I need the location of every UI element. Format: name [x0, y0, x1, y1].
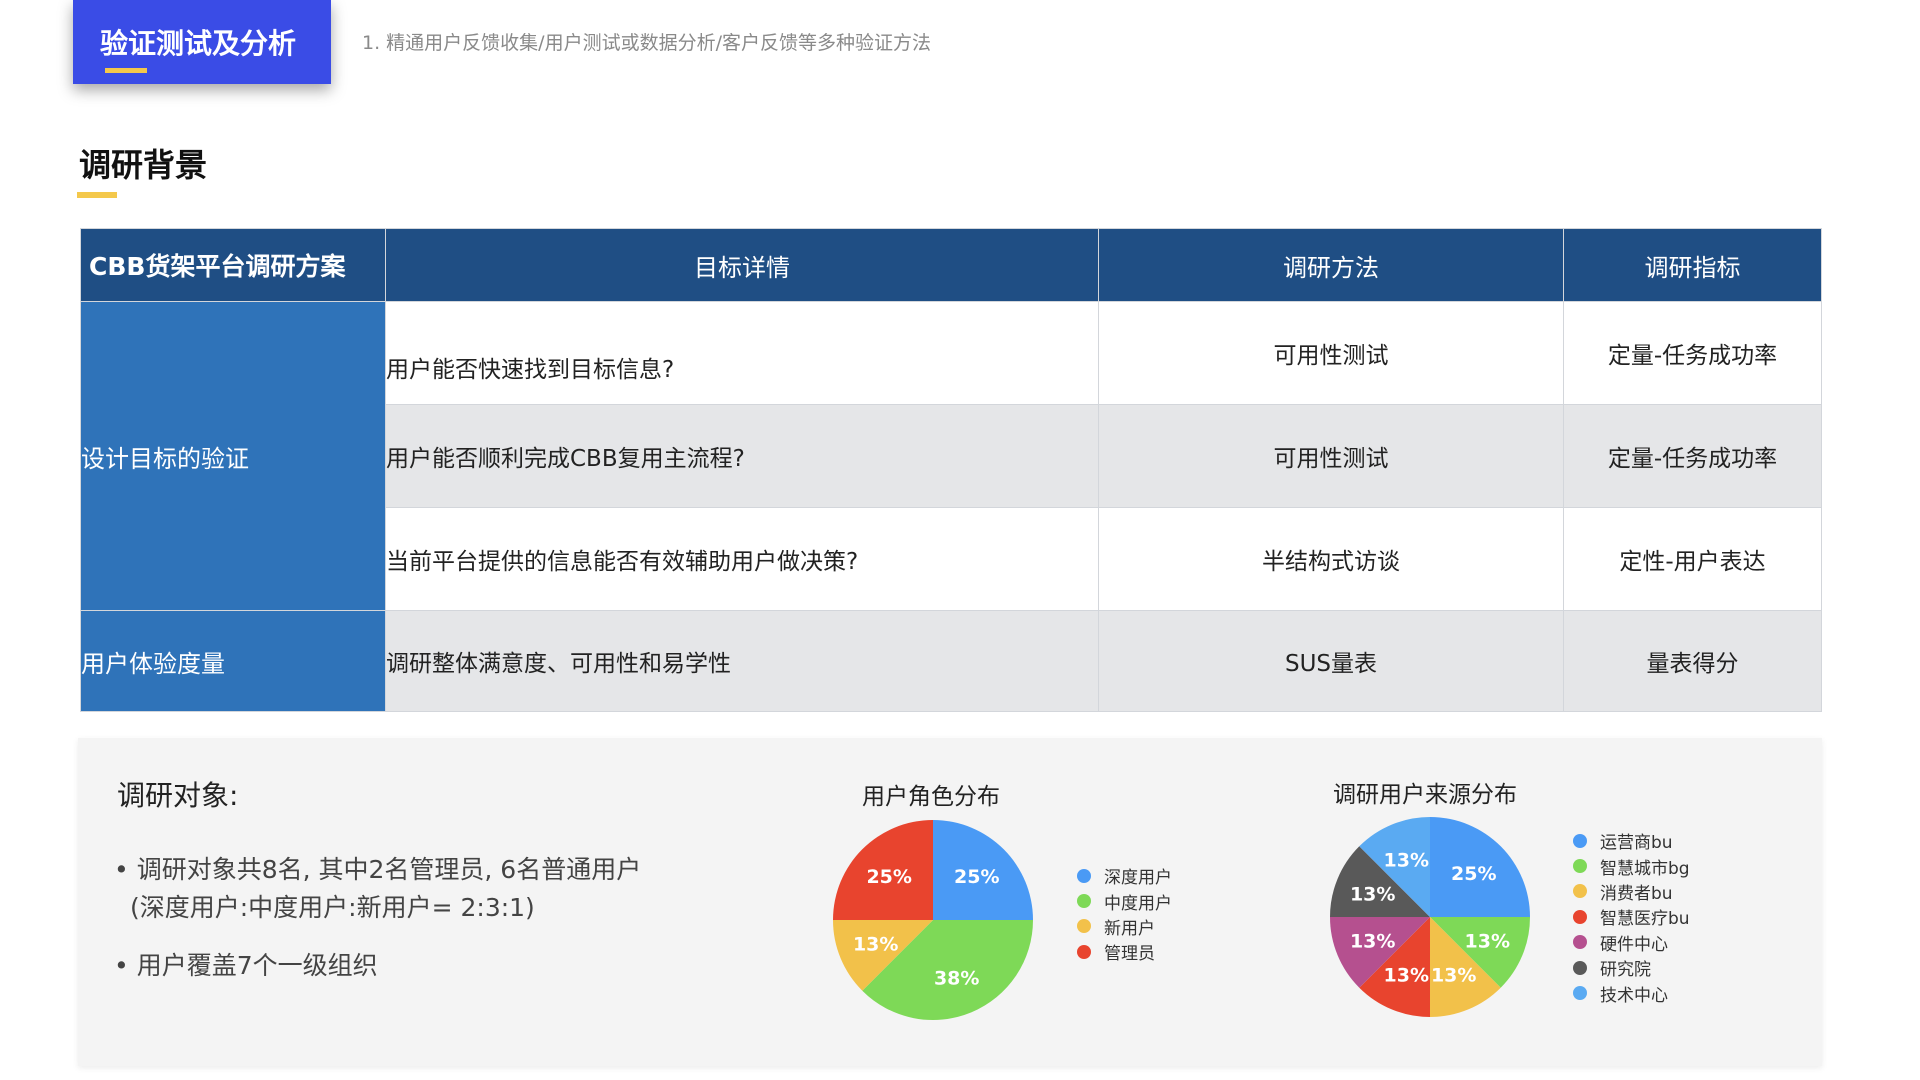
- group-label-cell: 设计目标的验证: [80, 301, 386, 611]
- survey-plan-table: CBB货架平台调研方案 目标详情 调研方法 调研指标 设计目标的验证 用户能否快…: [80, 228, 1822, 712]
- page-subtitle: 1. 精通用户反馈收集/用户测试或数据分析/客户反馈等多种验证方法: [362, 32, 931, 54]
- section-underline: [77, 192, 117, 198]
- pie-chart-title: 用户角色分布: [862, 784, 1000, 810]
- legend-label: 研究院: [1600, 960, 1651, 981]
- legend-label: 智慧城市bg: [1600, 858, 1690, 879]
- legend-label: 智慧医疗bu: [1600, 909, 1690, 930]
- pie-slice-label: 13%: [1431, 964, 1476, 986]
- legend-item: 新用户: [1077, 914, 1172, 939]
- pie-slice-label: 13%: [1350, 931, 1395, 953]
- legend-swatch: [1077, 894, 1091, 909]
- legend-label: 管理员: [1104, 944, 1155, 965]
- legend-swatch: [1573, 960, 1587, 975]
- legend-label: 中度用户: [1104, 893, 1172, 914]
- legend-swatch: [1573, 833, 1587, 848]
- detail-cell: 用户能否顺利完成CBB复用主流程?: [385, 404, 1099, 508]
- legend-swatch: [1573, 909, 1587, 924]
- metric-cell: 量表得分: [1563, 610, 1822, 712]
- legend-label: 深度用户: [1104, 868, 1172, 889]
- section-tag: 验证测试及分析: [73, 0, 331, 84]
- table-header-cell: 调研方法: [1098, 228, 1564, 302]
- legend-item: 运营商bu: [1573, 828, 1690, 853]
- research-subjects-title: 调研对象:: [117, 779, 239, 812]
- table-header-cell: 调研指标: [1563, 228, 1822, 302]
- pie-slice-label: 38%: [934, 967, 979, 989]
- pie-chart-user-roles: 25% 38% 13% 25%: [833, 820, 1033, 1020]
- table-row: 用户体验度量 调研整体满意度、可用性和易学性 SUS量表 量表得分: [80, 610, 1822, 712]
- table-header-cell: CBB货架平台调研方案: [80, 228, 386, 302]
- legend-item: 技术中心: [1573, 980, 1690, 1006]
- pie-chart-legend: 运营商bu 智慧城市bg 消费者bu 智慧医疗bu 硬件中心研究院技术中心: [1573, 828, 1690, 1006]
- pie-slice-label: 25%: [1451, 863, 1496, 885]
- legend-swatch: [1573, 884, 1587, 899]
- table-header-row: CBB货架平台调研方案 目标详情 调研方法 调研指标: [80, 228, 1822, 302]
- research-bullet: • 调研对象共8名, 其中2名管理员, 6名普通用户: [114, 855, 642, 884]
- table-row: 设计目标的验证 用户能否快速找到目标信息? 可用性测试 定量-任务成功率: [80, 301, 1822, 611]
- metric-cell: 定量-任务成功率: [1563, 404, 1822, 508]
- research-bullet-text: 调研对象共8名, 其中2名管理员, 6名普通用户: [136, 855, 642, 884]
- legend-swatch: [1077, 944, 1091, 959]
- legend-label: 硬件中心: [1600, 934, 1668, 955]
- method-cell: 半结构式访谈: [1098, 507, 1564, 611]
- legend-label: 新用户: [1104, 918, 1155, 939]
- legend-item: 中度用户: [1077, 888, 1172, 914]
- method-cell: SUS量表: [1098, 610, 1564, 712]
- legend-label: 运营商bu: [1600, 833, 1673, 854]
- legend-swatch: [1573, 986, 1587, 1001]
- section-tag-title: 验证测试及分析: [100, 27, 297, 60]
- pie-slice-label: 13%: [853, 934, 898, 956]
- legend-item: 硬件中心: [1573, 930, 1690, 955]
- legend-item: 消费者bu: [1573, 879, 1690, 904]
- legend-item: 研究院: [1573, 955, 1690, 980]
- legend-swatch: [1077, 868, 1091, 883]
- metric-cell: 定量-任务成功率: [1563, 301, 1822, 405]
- detail-cell: 当前平台提供的信息能否有效辅助用户做决策?: [385, 507, 1099, 611]
- research-bullet-continuation: (深度用户:中度用户:新用户= 2:3:1): [130, 893, 535, 922]
- legend-swatch: [1077, 919, 1091, 934]
- legend-item: 智慧城市bg: [1573, 853, 1690, 879]
- pie-slice-label: 13%: [1384, 964, 1429, 986]
- research-bullet-text: 用户覆盖7个一级组织: [136, 951, 378, 980]
- legend-swatch: [1573, 935, 1587, 950]
- pie-slice-label: 13%: [1465, 931, 1510, 953]
- pie-chart-legend: 深度用户中度用户新用户管理员: [1077, 863, 1172, 965]
- legend-label: 技术中心: [1600, 985, 1668, 1006]
- method-cell: 可用性测试: [1098, 404, 1564, 508]
- legend-item: 智慧医疗bu: [1573, 904, 1690, 929]
- legend-swatch: [1573, 859, 1587, 874]
- method-cell: 可用性测试: [1098, 301, 1564, 405]
- pie-slice-label: 13%: [1350, 883, 1395, 905]
- detail-cell: 调研整体满意度、可用性和易学性: [385, 610, 1099, 712]
- legend-label: 消费者bu: [1600, 883, 1673, 904]
- metric-cell: 定性-用户表达: [1563, 507, 1822, 611]
- pie-slice-label: 13%: [1384, 850, 1429, 872]
- table-header-cell: 目标详情: [385, 228, 1099, 302]
- tag-underline: [105, 68, 147, 73]
- pie-chart-title: 调研用户来源分布: [1333, 782, 1517, 808]
- legend-item: 深度用户: [1077, 863, 1172, 888]
- research-bullet: • 用户覆盖7个一级组织: [114, 951, 378, 980]
- group-label-cell: 用户体验度量: [80, 610, 386, 712]
- pie-slice-label: 25%: [954, 866, 999, 888]
- detail-cell: 用户能否快速找到目标信息?: [385, 301, 1099, 405]
- pie-slice-label: 25%: [866, 866, 911, 888]
- section-title: 调研背景: [79, 146, 208, 184]
- pie-chart-user-sources: 25%13%13%13%13%13%13%: [1330, 817, 1530, 1017]
- legend-item: 管理员: [1077, 939, 1172, 964]
